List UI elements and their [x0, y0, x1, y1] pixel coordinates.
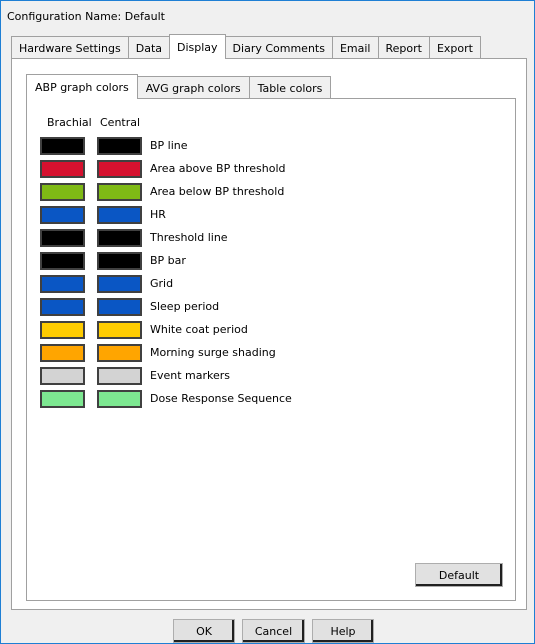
configuration-dialog: Configuration Name: Default Hardware Set…: [0, 0, 535, 644]
color-row-label: HR: [150, 208, 166, 221]
central-color-swatch[interactable]: [97, 229, 142, 247]
main-tab-strip: Hardware Settings Data Display Diary Commen…: [11, 34, 481, 59]
brachial-color-swatch[interactable]: [40, 321, 85, 339]
color-tab-strip: ABP graph colors AVG graph colors Table co…: [26, 74, 332, 99]
color-row-label: Sleep period: [150, 300, 220, 313]
central-color-swatch[interactable]: [97, 344, 142, 362]
brachial-color-swatch[interactable]: [40, 344, 85, 362]
tab-avg-graph-colors[interactable]: AVG graph colors: [136, 76, 250, 99]
brachial-color-swatch[interactable]: [40, 275, 85, 293]
ok-button[interactable]: OK: [173, 619, 235, 643]
tab-diary-comments[interactable]: Diary Comments: [224, 36, 333, 59]
tab-table-colors[interactable]: Table colors: [248, 76, 332, 99]
abp-graph-colors-panel: Brachial Central BP line Area above BP th…: [26, 98, 516, 601]
color-row-label: Grid: [150, 277, 174, 290]
brachial-color-swatch[interactable]: [40, 390, 85, 408]
display-tab-panel: ABP graph colors AVG graph colors Table co…: [11, 58, 527, 610]
help-button[interactable]: Help: [312, 619, 374, 643]
central-color-swatch[interactable]: [97, 367, 142, 385]
central-color-swatch[interactable]: [97, 390, 142, 408]
tab-email[interactable]: Email: [331, 36, 379, 59]
central-color-swatch[interactable]: [97, 137, 142, 155]
brachial-column-header: Brachial: [47, 116, 92, 129]
brachial-color-swatch[interactable]: [40, 367, 85, 385]
color-row-label: Morning surge shading: [150, 346, 276, 359]
tab-display[interactable]: Display: [169, 34, 226, 59]
brachial-color-swatch[interactable]: [40, 252, 85, 270]
color-row-label: BP bar: [150, 254, 186, 267]
configuration-name: Configuration Name: Default: [7, 10, 165, 23]
brachial-color-swatch[interactable]: [40, 206, 85, 224]
default-button[interactable]: Default: [415, 563, 503, 587]
tab-report[interactable]: Report: [377, 36, 430, 59]
central-color-swatch[interactable]: [97, 183, 142, 201]
tab-export[interactable]: Export: [428, 36, 481, 59]
color-row-label: Area below BP threshold: [150, 185, 285, 198]
central-color-swatch[interactable]: [97, 298, 142, 316]
brachial-color-swatch[interactable]: [40, 183, 85, 201]
color-row-label: Area above BP threshold: [150, 162, 286, 175]
central-column-header: Central: [100, 116, 141, 129]
color-row-label: Dose Response Sequence: [150, 392, 292, 405]
brachial-color-swatch[interactable]: [40, 160, 85, 178]
tab-data[interactable]: Data: [127, 36, 170, 59]
cancel-button[interactable]: Cancel: [242, 619, 305, 643]
central-color-swatch[interactable]: [97, 252, 142, 270]
color-row-label: Event markers: [150, 369, 230, 382]
central-color-swatch[interactable]: [97, 160, 142, 178]
tab-abp-graph-colors[interactable]: ABP graph colors: [26, 74, 138, 99]
color-row-label: BP line: [150, 139, 188, 152]
tab-hardware-settings[interactable]: Hardware Settings: [11, 36, 129, 59]
central-color-swatch[interactable]: [97, 321, 142, 339]
color-row-label: Threshold line: [150, 231, 228, 244]
color-row-label: White coat period: [150, 323, 248, 336]
central-color-swatch[interactable]: [97, 206, 142, 224]
brachial-color-swatch[interactable]: [40, 229, 85, 247]
brachial-color-swatch[interactable]: [40, 298, 85, 316]
brachial-color-swatch[interactable]: [40, 137, 85, 155]
central-color-swatch[interactable]: [97, 275, 142, 293]
